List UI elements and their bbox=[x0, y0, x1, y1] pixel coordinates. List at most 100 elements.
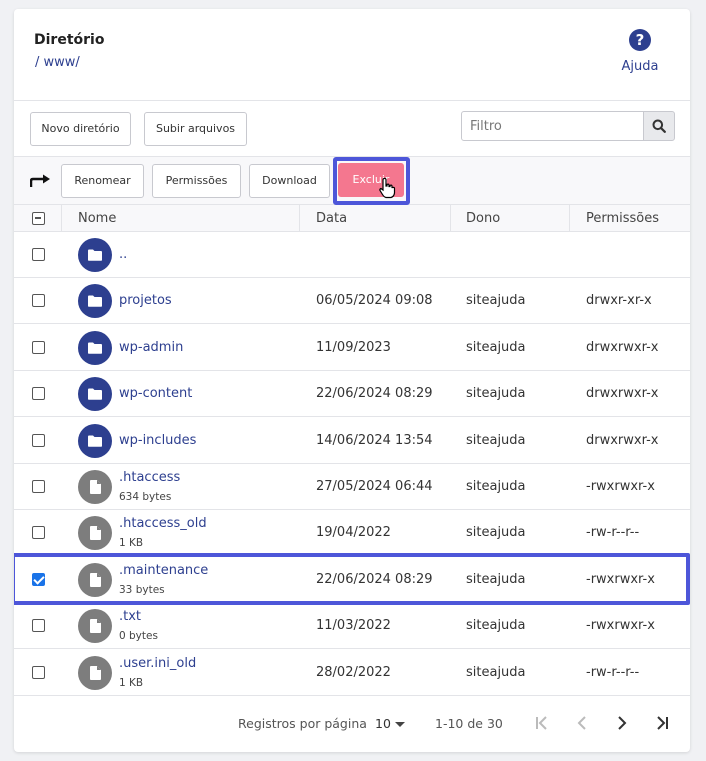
column-header-permissions[interactable]: Permissões bbox=[586, 205, 659, 232]
file-icon bbox=[78, 516, 112, 551]
folder-icon bbox=[78, 284, 112, 319]
file-date: 11/03/2022 bbox=[316, 618, 391, 634]
table-row[interactable]: .user.ini_old 1 KB 28/02/2022 siteajuda -rw-… bbox=[14, 650, 690, 696]
row-checkbox[interactable] bbox=[32, 526, 45, 540]
arrow-turn-right-icon bbox=[30, 174, 50, 187]
table-row[interactable]: .. bbox=[14, 232, 690, 278]
file-permissions: -rwxrwxr-x bbox=[586, 618, 655, 634]
hand-cursor-icon bbox=[379, 177, 396, 199]
file-size: 0 bytes bbox=[119, 630, 158, 643]
search-icon bbox=[652, 119, 666, 133]
header: Diretório / www/ ? Ajuda bbox=[14, 9, 690, 101]
page-range: 1-10 de 30 bbox=[435, 716, 503, 731]
permissions-button[interactable]: Permissões bbox=[152, 164, 241, 198]
column-header-name[interactable]: Nome bbox=[78, 205, 116, 232]
page-title: Diretório bbox=[34, 32, 105, 48]
folder-icon bbox=[78, 377, 112, 412]
table-row[interactable]: wp-content 22/06/2024 08:29 siteajuda drwxr… bbox=[14, 371, 690, 418]
file-permissions: drwxr-xr-x bbox=[586, 293, 652, 309]
file-date: 19/04/2022 bbox=[316, 525, 391, 541]
folder-icon bbox=[78, 330, 112, 365]
table-row[interactable]: wp-includes 14/06/2024 13:54 siteajuda drwx… bbox=[14, 418, 690, 464]
table-row[interactable]: projetos 06/05/2024 09:08 siteajuda drwxr-x… bbox=[14, 278, 690, 325]
selected-row-highlight bbox=[14, 553, 690, 605]
table-row[interactable]: wp-admin 11/09/2023 siteajuda drwxrwxr-x bbox=[14, 325, 690, 371]
next-page-button[interactable] bbox=[612, 713, 632, 733]
file-name-link[interactable]: .htaccess_old bbox=[119, 516, 207, 531]
file-date: 27/05/2024 06:44 bbox=[316, 479, 433, 494]
previous-page-button[interactable] bbox=[572, 713, 592, 733]
rename-button[interactable]: Renomear bbox=[61, 164, 144, 198]
table-row[interactable]: .txt 0 bytes 11/03/2022 siteajuda -rwxrwxr-x bbox=[14, 603, 690, 650]
per-page-select[interactable]: 10 bbox=[375, 716, 391, 731]
file-name-link[interactable]: .txt bbox=[119, 609, 141, 624]
row-checkbox[interactable] bbox=[32, 665, 45, 679]
file-owner: siteajuda bbox=[466, 386, 526, 402]
upload-files-button[interactable]: Subir arquivos bbox=[144, 112, 247, 146]
column-header-owner[interactable]: Dono bbox=[466, 205, 500, 232]
last-page-icon bbox=[657, 716, 668, 730]
file-date: 11/09/2023 bbox=[316, 339, 391, 355]
file-permissions: drwxrwxr-x bbox=[586, 339, 659, 355]
breadcrumb[interactable]: / www/ bbox=[35, 55, 80, 70]
file-size: 1 KB bbox=[119, 537, 144, 550]
file-date: 14/06/2024 13:54 bbox=[316, 432, 433, 448]
table-row[interactable]: .htaccess_old 1 KB 19/04/2022 siteajuda -rw-… bbox=[14, 510, 690, 557]
file-name-link[interactable]: projetos bbox=[119, 293, 172, 308]
file-manager-card: Diretório / www/ ? Ajuda Novo diretório … bbox=[14, 9, 690, 752]
file-icon bbox=[78, 655, 112, 690]
row-checkbox[interactable] bbox=[32, 387, 45, 401]
file-name-link[interactable]: .htaccess bbox=[119, 470, 180, 485]
download-button[interactable]: Download bbox=[249, 164, 330, 198]
main-toolbar: Novo diretório Subir arquivos bbox=[14, 101, 690, 157]
question-circle-icon[interactable]: ? bbox=[629, 29, 651, 51]
chevron-right-icon bbox=[618, 716, 627, 730]
first-page-button[interactable] bbox=[532, 713, 552, 733]
last-page-button[interactable] bbox=[652, 713, 672, 733]
file-size: 1 KB bbox=[119, 676, 144, 689]
filter-input[interactable] bbox=[461, 111, 644, 141]
file-owner: siteajuda bbox=[466, 339, 526, 355]
file-owner: siteajuda bbox=[466, 293, 526, 309]
file-owner: siteajuda bbox=[466, 432, 526, 448]
delete-highlight bbox=[333, 157, 410, 205]
row-checkbox[interactable] bbox=[32, 619, 45, 633]
file-name-link[interactable]: .user.ini_old bbox=[119, 656, 196, 671]
table-header: Nome Data Dono Permissões bbox=[14, 205, 690, 232]
pagination: Registros por página 10 1-10 de 30 bbox=[14, 699, 690, 752]
file-name-link[interactable]: wp-admin bbox=[119, 340, 183, 355]
file-date: 06/05/2024 09:08 bbox=[316, 293, 433, 309]
search-button[interactable] bbox=[643, 111, 675, 141]
column-header-date[interactable]: Data bbox=[316, 205, 347, 232]
selection-toolbar: Renomear Permissões Download Excluir bbox=[14, 157, 690, 205]
select-all-checkbox[interactable] bbox=[32, 212, 45, 225]
new-directory-button[interactable]: Novo diretório bbox=[30, 112, 131, 146]
file-name-link[interactable]: wp-content bbox=[119, 386, 192, 401]
first-page-icon bbox=[536, 716, 547, 730]
file-owner: siteajuda bbox=[466, 618, 526, 634]
file-permissions: -rw-r--r-- bbox=[586, 525, 640, 541]
chevron-down-icon[interactable] bbox=[395, 722, 405, 727]
file-date: 22/06/2024 08:29 bbox=[316, 386, 433, 402]
file-permissions: drwxrwxr-x bbox=[586, 386, 659, 402]
row-checkbox[interactable] bbox=[32, 480, 45, 493]
file-permissions: drwxrwxr-x bbox=[586, 432, 659, 448]
row-checkbox[interactable] bbox=[32, 294, 45, 308]
file-date: 28/02/2022 bbox=[316, 664, 391, 680]
folder-icon bbox=[78, 423, 112, 458]
file-name-link[interactable]: wp-includes bbox=[119, 433, 196, 448]
file-icon bbox=[78, 609, 112, 644]
row-checkbox[interactable] bbox=[32, 248, 45, 261]
folder-icon bbox=[78, 238, 112, 272]
help-link[interactable]: ? Ajuda bbox=[614, 29, 666, 74]
file-size: 634 bytes bbox=[119, 491, 172, 503]
file-owner: siteajuda bbox=[466, 479, 526, 494]
row-checkbox[interactable] bbox=[32, 340, 45, 354]
table-row[interactable]: .htaccess 634 bytes 27/05/2024 06:44 siteaj… bbox=[14, 464, 690, 510]
file-permissions: -rw-r--r-- bbox=[586, 664, 640, 680]
chevron-left-icon bbox=[577, 716, 586, 730]
row-checkbox[interactable] bbox=[32, 433, 45, 447]
per-page-label: Registros por página bbox=[238, 716, 367, 731]
help-label[interactable]: Ajuda bbox=[614, 59, 666, 74]
file-name-link[interactable]: .. bbox=[119, 247, 127, 262]
